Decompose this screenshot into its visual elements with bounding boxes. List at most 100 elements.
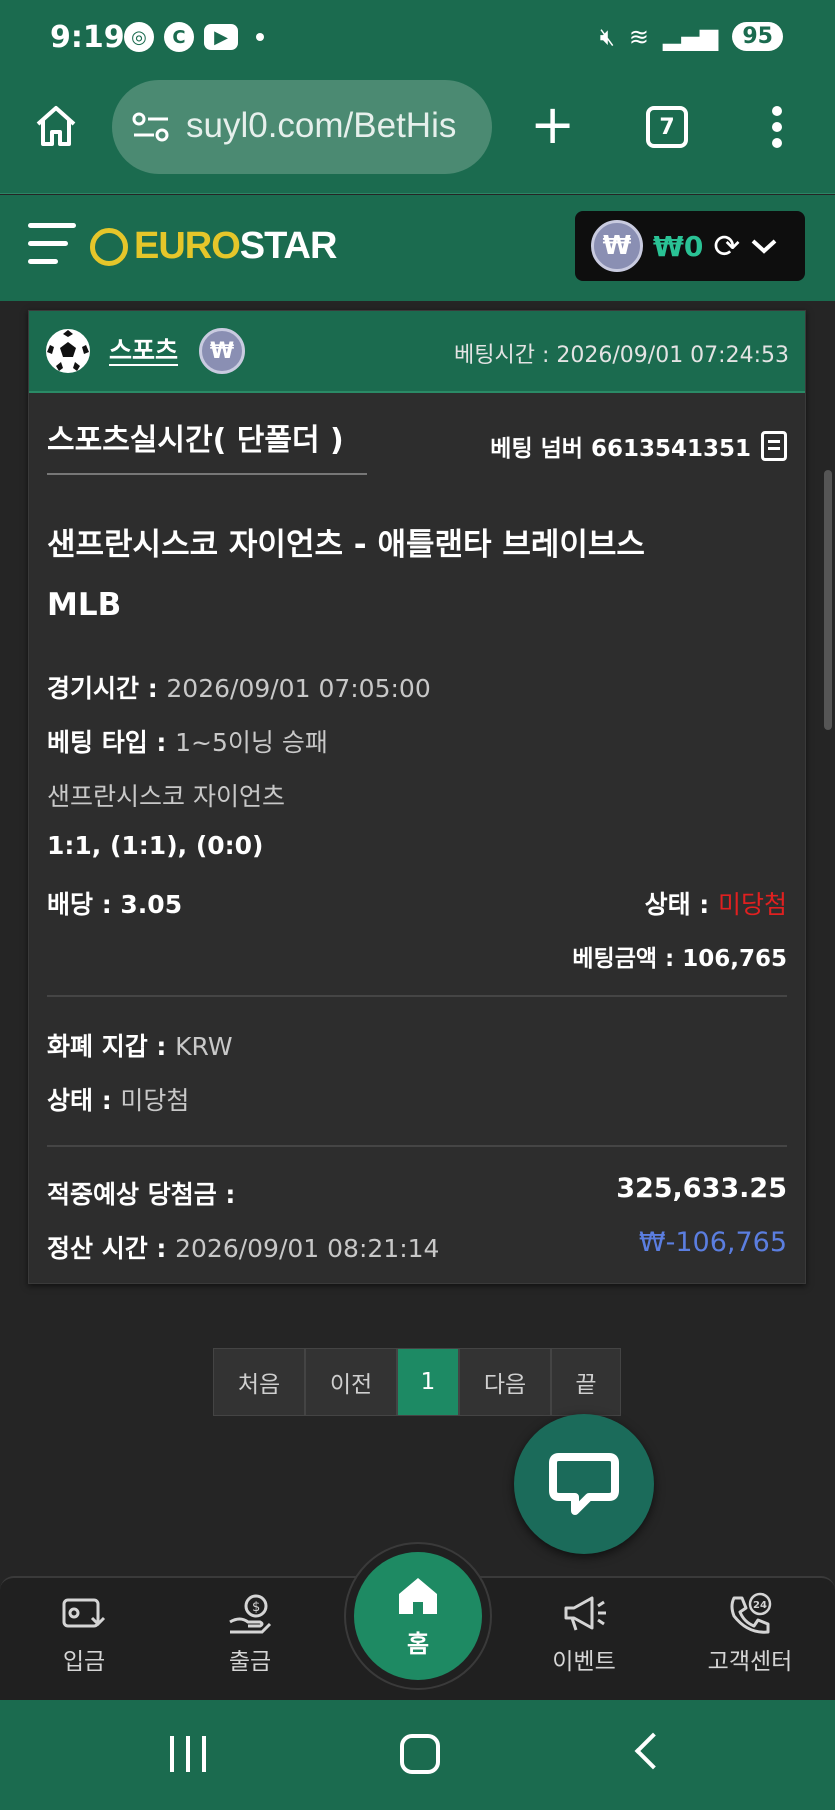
hamburger-icon[interactable]	[28, 223, 80, 271]
deposit-icon	[62, 1598, 106, 1628]
recent-apps-icon[interactable]	[170, 1736, 206, 1772]
page-next-button[interactable]: 다음	[459, 1348, 551, 1416]
tabs-icon[interactable]: 7	[646, 106, 688, 148]
divider	[47, 1145, 787, 1147]
status-time: 9:19	[50, 20, 125, 55]
settle-time-row: 정산 시간 : 2026/09/01 08:21:14	[47, 1229, 439, 1265]
address-bar[interactable]: suyl0.com/BetHis	[112, 80, 492, 174]
logo-mark-icon	[90, 227, 128, 266]
pagination: 처음 이전 1 다음 끝	[213, 1348, 621, 1416]
svg-text:24: 24	[753, 1600, 767, 1611]
notification-icons: ◎ C ▶	[124, 22, 264, 52]
page-first-button[interactable]: 처음	[213, 1348, 305, 1416]
bet-kind-label: 베팅 타입 :	[47, 728, 176, 757]
nav-home-button[interactable]: 홈	[354, 1552, 482, 1680]
expected-payout-value: 325,633.25	[616, 1173, 787, 1204]
logo-text-star: STAR	[239, 225, 338, 267]
new-tab-plus-icon[interactable]: +	[530, 98, 575, 152]
logo-text-euro: EURO	[134, 225, 241, 267]
currency-value: KRW	[175, 1032, 233, 1061]
site-header: EUROSTAR ₩ ₩0 ⟳	[0, 195, 835, 301]
nav-deposit-label: 입금	[62, 1649, 106, 1675]
status-value: 미당첨	[717, 890, 787, 919]
bet-type-title: 스포츠실시간( 단폴더 )	[47, 415, 367, 475]
game-time-label: 경기시간 :	[47, 674, 167, 703]
expected-payout-label: 적중예상 당첨금 :	[47, 1180, 236, 1209]
match-title: 샌프란시스코 자이언츠 - 애틀랜타 브레이브스	[47, 527, 645, 563]
pick-team: 샌프란시스코 자이언츠	[47, 782, 285, 811]
back-icon[interactable]	[634, 1732, 672, 1770]
won-icon: ₩	[199, 328, 245, 374]
system-home-icon[interactable]	[400, 1734, 440, 1774]
nav-withdraw-label: 출금	[228, 1649, 272, 1675]
soccer-ball-icon	[46, 329, 90, 373]
bet-card-header: 스포츠 ₩ 베팅시간 : 2026/09/01 07:24:53	[29, 311, 805, 393]
svg-text:$: $	[252, 1600, 260, 1615]
browser-toolbar: suyl0.com/BetHis + 7	[0, 80, 835, 194]
wifi-icon: ≋	[628, 22, 649, 51]
nav-support-label: 고객센터	[707, 1649, 793, 1675]
system-status-icons: 🔇︎ ≋ ▂▄▆ 95	[600, 22, 783, 51]
chat-icon	[549, 1453, 619, 1515]
divider	[47, 995, 787, 997]
url-text[interactable]: suyl0.com/BetHis	[186, 106, 456, 146]
bet-kind-row: 베팅 타입 : 1~5이닝 승패	[47, 723, 328, 759]
settle-time-value: 2026/09/01 08:21:14	[175, 1234, 440, 1263]
cell-signal-icon: ▂▄▆	[663, 22, 719, 51]
status-row: 상태 : 미당첨	[645, 885, 787, 921]
system-navigation-bar	[0, 1700, 835, 1810]
support-24-icon: 24	[730, 1592, 772, 1634]
event-megaphone-icon	[564, 1596, 606, 1631]
signal-app-icon: ◎	[124, 22, 154, 52]
more-icon[interactable]	[772, 106, 784, 150]
league-name: MLB	[47, 587, 122, 623]
game-time-row: 경기시간 : 2026/09/01 07:05:00	[47, 669, 431, 705]
mute-icon: 🔇︎	[599, 22, 615, 51]
page-prev-button[interactable]: 이전	[305, 1348, 397, 1416]
nav-event-label: 이벤트	[552, 1649, 616, 1675]
c-app-icon: C	[164, 22, 194, 52]
currency-label: 화폐 지갑 :	[47, 1032, 176, 1061]
nav-deposit[interactable]: 입금	[24, 1592, 144, 1676]
status2-row: 상태 : 미당첨	[47, 1081, 189, 1117]
home-icon[interactable]	[32, 102, 80, 150]
nav-withdraw[interactable]: $ 출금	[190, 1592, 310, 1676]
status2-value: 미당첨	[120, 1086, 190, 1115]
tune-icon[interactable]	[132, 112, 170, 142]
chat-button[interactable]	[514, 1414, 654, 1554]
bet-kind-value: 1~5이닝 승패	[175, 728, 328, 757]
nav-event[interactable]: 이벤트	[524, 1592, 644, 1676]
won-icon: ₩	[591, 220, 643, 272]
bet-amount: 베팅금액 : 106,765	[572, 946, 787, 972]
refresh-icon[interactable]: ⟳	[713, 227, 740, 265]
home-icon	[399, 1578, 437, 1614]
copy-icon[interactable]	[761, 431, 787, 461]
wallet-amount: ₩0	[653, 229, 704, 263]
battery-indicator: 95	[732, 22, 783, 51]
withdraw-icon: $	[229, 1594, 272, 1634]
more-notifications-dot-icon	[256, 33, 264, 41]
site-logo[interactable]: EUROSTAR	[90, 225, 338, 268]
bet-history-card: 스포츠 ₩ 베팅시간 : 2026/09/01 07:24:53 스포츠실시간(…	[28, 310, 806, 1284]
bet-number-text: 베팅 넘버 6613541351	[490, 436, 751, 462]
score-line: 1:1, (1:1), (0:0)	[47, 831, 264, 860]
sport-category-link[interactable]: 스포츠	[109, 331, 178, 367]
bet-time: 베팅시간 : 2026/09/01 07:24:53	[454, 343, 789, 368]
status2-label: 상태 :	[47, 1086, 121, 1115]
page-last-button[interactable]: 끝	[551, 1348, 621, 1416]
settle-result: ₩-106,765	[638, 1227, 787, 1258]
nav-support[interactable]: 24 고객센터	[690, 1592, 810, 1676]
bet-number: 베팅 넘버 6613541351	[490, 429, 787, 463]
page-current-button[interactable]: 1	[397, 1348, 459, 1416]
nav-home-label: 홈	[406, 1630, 430, 1658]
page-scrollbar[interactable]	[824, 470, 832, 730]
currency-row: 화폐 지갑 : KRW	[47, 1027, 233, 1063]
youtube-icon: ▶	[204, 24, 238, 50]
chevron-down-icon[interactable]	[750, 236, 778, 256]
wallet-balance-button[interactable]: ₩ ₩0 ⟳	[575, 211, 805, 281]
status-label: 상태 :	[644, 890, 718, 919]
status-bar: 9:19 ◎ C ▶ 🔇︎ ≋ ▂▄▆ 95	[0, 0, 835, 80]
game-time-value: 2026/09/01 07:05:00	[166, 674, 431, 703]
odds: 배당 : 3.05	[47, 890, 183, 919]
settle-time-label: 정산 시간 :	[47, 1234, 176, 1263]
